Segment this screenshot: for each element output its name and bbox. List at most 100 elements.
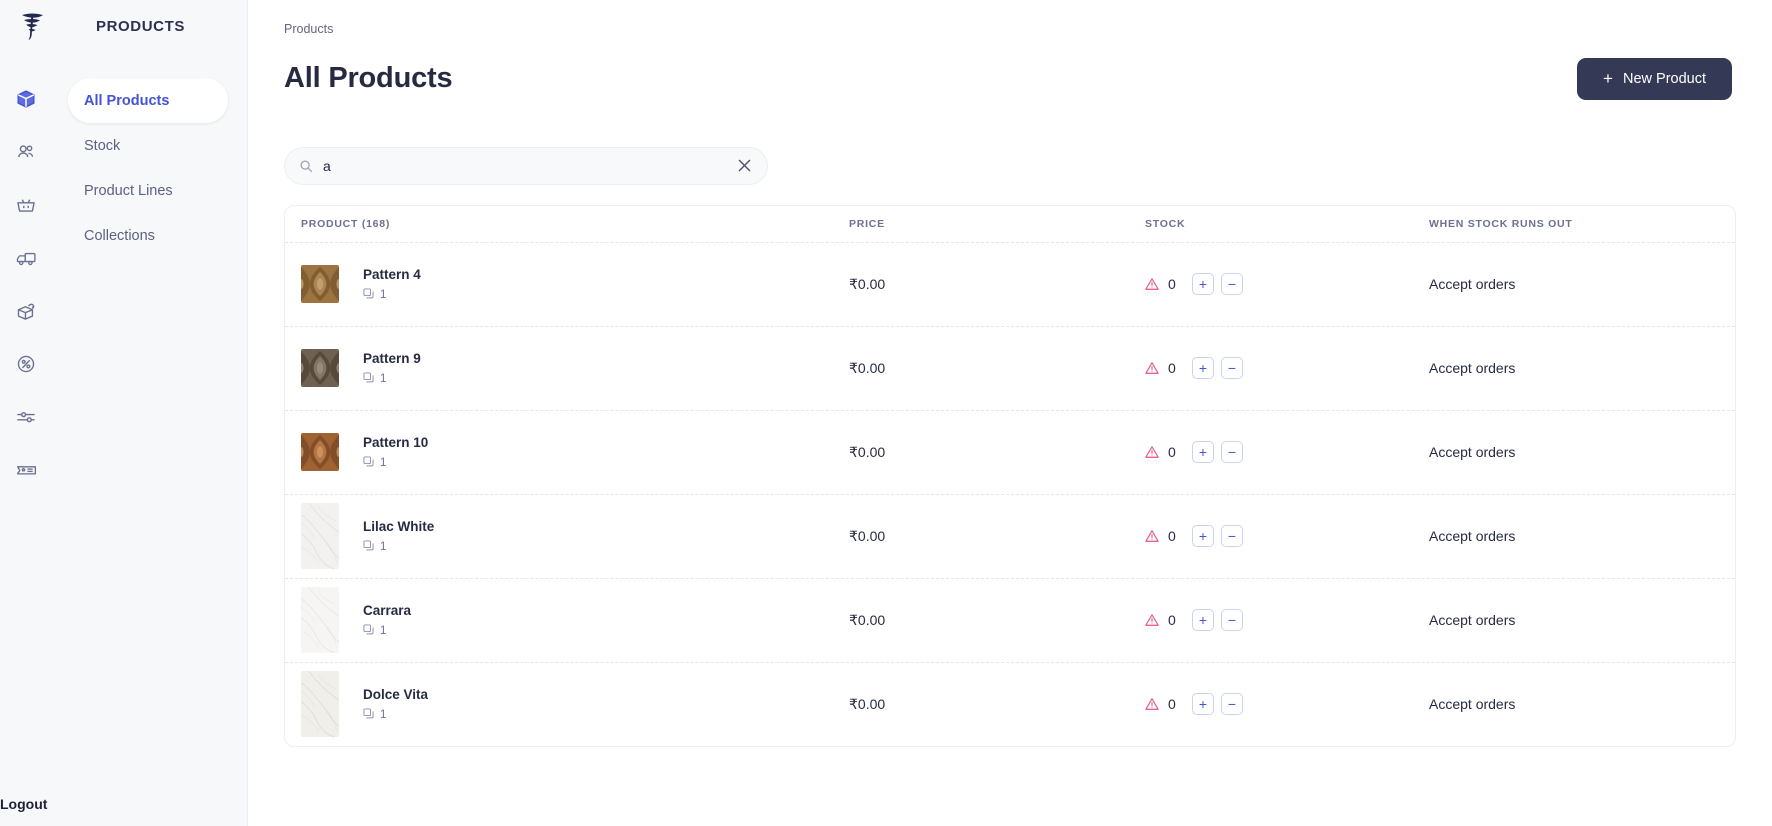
sidebar-item-all-products[interactable]: All Products <box>68 78 228 123</box>
cell-product: Pattern 9 1 <box>301 349 849 387</box>
increment-stock-button[interactable]: + <box>1192 441 1214 463</box>
decrement-stock-button[interactable]: − <box>1221 357 1243 379</box>
warning-triangle-icon <box>1145 697 1159 711</box>
logout-button[interactable]: Logout <box>0 796 47 812</box>
cell-stock: 0 +− <box>1145 609 1429 631</box>
search-box[interactable] <box>284 147 768 185</box>
sidebar-item-product-lines[interactable]: Product Lines <box>68 168 228 213</box>
table-row[interactable]: Lilac White1₹0.00 0 +− Accept orders <box>285 494 1735 578</box>
stock-count: 0 <box>1168 360 1182 376</box>
breadcrumb[interactable]: Products <box>284 22 1736 36</box>
rail-item-gift-card-icon[interactable] <box>0 443 52 496</box>
increment-stock-button[interactable]: + <box>1192 357 1214 379</box>
rail-item-customers-icon[interactable] <box>0 125 52 178</box>
increment-stock-button[interactable]: + <box>1192 525 1214 547</box>
copies-icon <box>363 708 374 722</box>
copies-icon <box>363 456 374 470</box>
rail-item-box-icon[interactable] <box>0 72 52 125</box>
sidebar-item-collections[interactable]: Collections <box>68 213 228 258</box>
rail-item-sliders-settings-icon[interactable] <box>0 390 52 443</box>
decrement-stock-button[interactable]: − <box>1221 525 1243 547</box>
cell-stock: 0 +− <box>1145 357 1429 379</box>
table-row[interactable]: Pattern 91₹0.000+−Accept orders <box>285 326 1735 410</box>
stock-count: 0 <box>1168 528 1182 544</box>
product-name: Pattern 10 <box>363 435 428 451</box>
variant-count: 1 <box>380 457 386 469</box>
table-row[interactable]: Pattern 4 1 ₹0.00 0 +− Accept orders <box>285 242 1735 326</box>
rail-item-basket-icon[interactable] <box>0 178 52 231</box>
close-icon[interactable] <box>736 157 753 174</box>
cell-product: Carrara1 <box>301 587 849 653</box>
cell-stock: 0 +− <box>1145 693 1429 715</box>
cell-price: ₹0.00 <box>849 612 1145 629</box>
cell-price: ₹0.00 <box>849 276 1145 293</box>
cell-stock-policy: Accept orders <box>1429 276 1735 292</box>
column-header-product: PRODUCT (168) <box>301 218 849 230</box>
increment-stock-button[interactable]: + <box>1192 693 1214 715</box>
rail-item-truck-icon[interactable] <box>0 231 52 284</box>
variant-count: 1 <box>380 373 386 385</box>
product-meta: Pattern 10 1 <box>363 435 428 470</box>
table-row[interactable]: Dolce Vita1₹0.000+−Accept orders <box>285 662 1735 746</box>
copies-icon <box>363 288 374 302</box>
cell-product: Pattern 4 1 <box>301 265 849 303</box>
product-meta: Pattern 4 1 <box>363 267 421 302</box>
sidebar-item-label: Collections <box>84 228 155 244</box>
rail-item-returns-box-icon[interactable] <box>0 284 52 337</box>
decrement-stock-button[interactable]: − <box>1221 441 1243 463</box>
brand: PRODUCTS <box>0 0 247 52</box>
app-root: PRODUCTS <box>0 0 1772 826</box>
page-title: All Products <box>284 62 452 95</box>
sidebar-item-label: All Products <box>84 93 169 109</box>
stock-count: 0 <box>1168 276 1182 292</box>
stock-count: 0 <box>1168 696 1182 712</box>
cell-stock-policy: Accept orders <box>1429 444 1735 460</box>
decrement-stock-button[interactable]: − <box>1221 693 1243 715</box>
cell-price: ₹0.00 <box>849 528 1145 545</box>
copies-icon <box>363 624 374 638</box>
cell-stock-policy: Accept orders <box>1429 528 1735 544</box>
product-name: Pattern 4 <box>363 267 421 283</box>
decrement-stock-button[interactable]: − <box>1221 273 1243 295</box>
sidebar-nav: All Products Stock Product Lines Collect… <box>68 78 228 258</box>
search-input[interactable] <box>313 157 730 175</box>
cell-stock: 0 +− <box>1145 273 1429 295</box>
variant-count: 1 <box>380 625 386 637</box>
cell-stock-policy: Accept orders <box>1429 696 1735 712</box>
table-row[interactable]: Carrara1₹0.000+−Accept orders <box>285 578 1735 662</box>
product-thumbnail <box>301 503 339 569</box>
product-variants: 1 <box>363 372 421 386</box>
variant-count: 1 <box>380 289 386 301</box>
new-product-button[interactable]: + New Product <box>1577 58 1732 100</box>
product-name: Dolce Vita <box>363 687 428 703</box>
decrement-stock-button[interactable]: − <box>1221 609 1243 631</box>
product-variants: 1 <box>363 456 428 470</box>
table-row[interactable]: Pattern 101₹0.000+−Accept orders <box>285 410 1735 494</box>
product-meta: Carrara1 <box>363 603 411 638</box>
stock-count: 0 <box>1168 444 1182 460</box>
rail-item-percent-discount-icon[interactable] <box>0 337 52 390</box>
cell-product: Lilac White1 <box>301 503 849 569</box>
variant-count: 1 <box>380 709 386 721</box>
product-variants: 1 <box>363 540 434 554</box>
cell-stock: 0 +− <box>1145 441 1429 463</box>
brand-title: PRODUCTS <box>96 18 185 35</box>
search-icon <box>299 159 313 173</box>
sidebar-item-stock[interactable]: Stock <box>68 123 228 168</box>
tornado-logo-icon <box>10 6 54 46</box>
table-body: Pattern 41₹0.000+−Accept ordersPattern 9… <box>285 242 1735 746</box>
column-header-price: PRICE <box>849 218 1145 230</box>
increment-stock-button[interactable]: + <box>1192 273 1214 295</box>
product-thumbnail <box>301 349 339 387</box>
warning-triangle-icon <box>1145 361 1159 375</box>
sidebar: PRODUCTS <box>0 0 248 826</box>
products-table: PRODUCT (168) PRICE STOCK WHEN STOCK RUN… <box>284 205 1736 747</box>
product-variants: 1 <box>363 624 411 638</box>
cell-price: ₹0.00 <box>849 360 1145 377</box>
headline-row: All Products + New Product <box>284 43 1736 115</box>
stock-count: 0 <box>1168 612 1182 628</box>
product-name: Pattern 9 <box>363 351 421 367</box>
increment-stock-button[interactable]: + <box>1192 609 1214 631</box>
search-area <box>248 147 1772 185</box>
variant-count: 1 <box>380 541 386 553</box>
